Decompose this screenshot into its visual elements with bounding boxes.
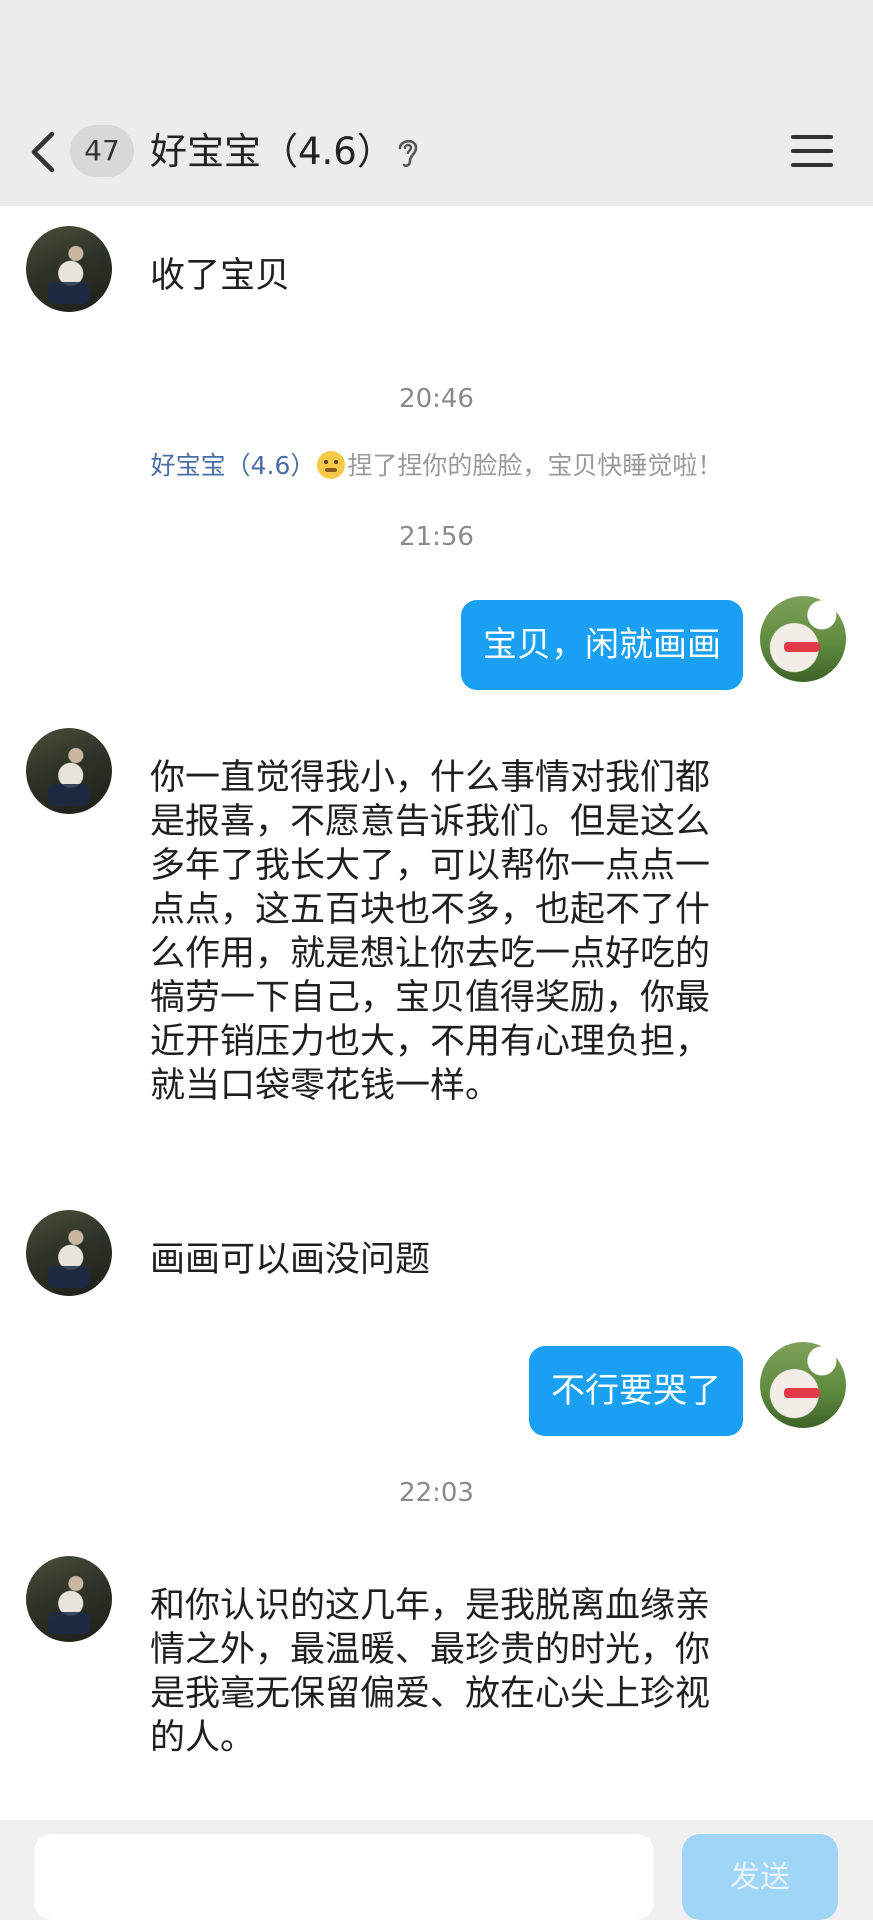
message-text: 收了宝贝 xyxy=(150,256,291,296)
message-text: 你一直觉得我小，什么事情对我们都是报喜，不愿意告诉我们。但是这么多年了我长大了，… xyxy=(150,758,711,1106)
send-button[interactable]: 发送 xyxy=(682,1834,838,1920)
timestamp: 20:46 xyxy=(399,384,474,414)
chat-title: 好宝宝（4.6） xyxy=(150,130,394,173)
timestamp: 21:56 xyxy=(399,522,474,552)
menu-icon[interactable] xyxy=(790,132,834,170)
contact-avatar[interactable] xyxy=(26,728,112,814)
ear-icon[interactable] xyxy=(394,134,422,170)
input-bar: 发送 xyxy=(0,1820,873,1920)
contact-avatar[interactable] xyxy=(26,226,112,312)
unread-count-badge[interactable]: 47 xyxy=(70,125,134,177)
chat-header: 47 好宝宝（4.6） xyxy=(0,0,873,206)
poke-notice: 好宝宝（4.6） 捏了捏你的脸脸，宝贝快睡觉啦！ xyxy=(0,446,873,482)
message-input[interactable] xyxy=(34,1834,654,1920)
my-avatar[interactable] xyxy=(760,1342,846,1428)
poke-sender[interactable]: 好宝宝（4.6） xyxy=(151,451,316,480)
contact-avatar[interactable] xyxy=(26,1210,112,1296)
smiley-emoji-icon xyxy=(317,451,346,479)
timestamp: 22:03 xyxy=(399,1478,474,1508)
message-text: 画画可以画没问题 xyxy=(150,1240,431,1280)
sent-message-bubble[interactable]: 宝贝，闲就画画 xyxy=(461,600,743,690)
sent-message-bubble[interactable]: 不行要哭了 xyxy=(529,1346,743,1436)
my-avatar[interactable] xyxy=(760,596,846,682)
back-arrow-icon[interactable] xyxy=(28,128,60,176)
poke-action-text: 捏了捏你的脸脸，宝贝快睡觉啦！ xyxy=(347,451,723,480)
message-text: 和你认识的这几年，是我脱离血缘亲情之外，最温暖、最珍贵的时光，你是我毫无保留偏爱… xyxy=(150,1586,711,1758)
contact-avatar[interactable] xyxy=(26,1556,112,1642)
